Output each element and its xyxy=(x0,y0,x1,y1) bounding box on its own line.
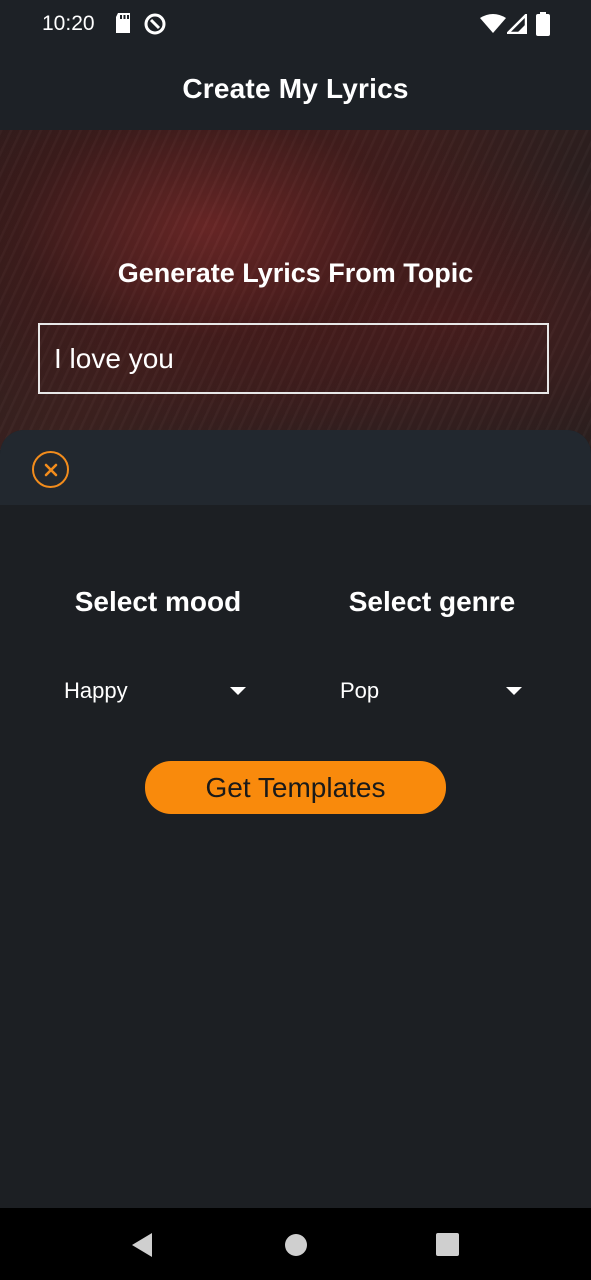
chevron-down-icon xyxy=(230,687,246,695)
genre-label: Select genre xyxy=(348,586,516,617)
mood-selected: Happy xyxy=(64,678,128,703)
close-x-icon xyxy=(44,463,57,476)
sd-card-icon xyxy=(116,13,130,33)
bottom-sheet: Select mood Select genre Happy Pop Get T… xyxy=(0,430,591,1208)
battery-icon xyxy=(536,12,550,36)
status-time: 10:20 xyxy=(42,12,95,35)
app-bar: Create My Lyrics xyxy=(0,48,591,130)
mood-label: Select mood xyxy=(74,586,242,617)
genre-selected: Pop xyxy=(340,678,380,703)
get-templates-button[interactable]: Get Templates xyxy=(145,761,446,814)
status-bar: 10:20 xyxy=(0,0,591,48)
data-saver-icon xyxy=(144,13,166,35)
signal-icon xyxy=(507,14,527,34)
hero-title: Generate Lyrics From Topic xyxy=(117,258,474,288)
back-icon[interactable] xyxy=(130,1232,154,1258)
chevron-down-icon xyxy=(506,687,522,695)
genre-dropdown[interactable]: Pop xyxy=(340,666,524,716)
close-icon[interactable] xyxy=(32,451,69,488)
recents-icon[interactable] xyxy=(436,1233,459,1256)
hero-section: Generate Lyrics From Topic xyxy=(0,130,591,450)
wifi-icon xyxy=(480,14,506,33)
home-icon[interactable] xyxy=(284,1233,308,1257)
mood-dropdown[interactable]: Happy xyxy=(64,666,248,716)
topic-input[interactable] xyxy=(38,323,549,394)
navigation-bar xyxy=(0,1208,591,1280)
sheet-header xyxy=(0,430,591,505)
app-title: Create My Lyrics xyxy=(182,73,409,104)
